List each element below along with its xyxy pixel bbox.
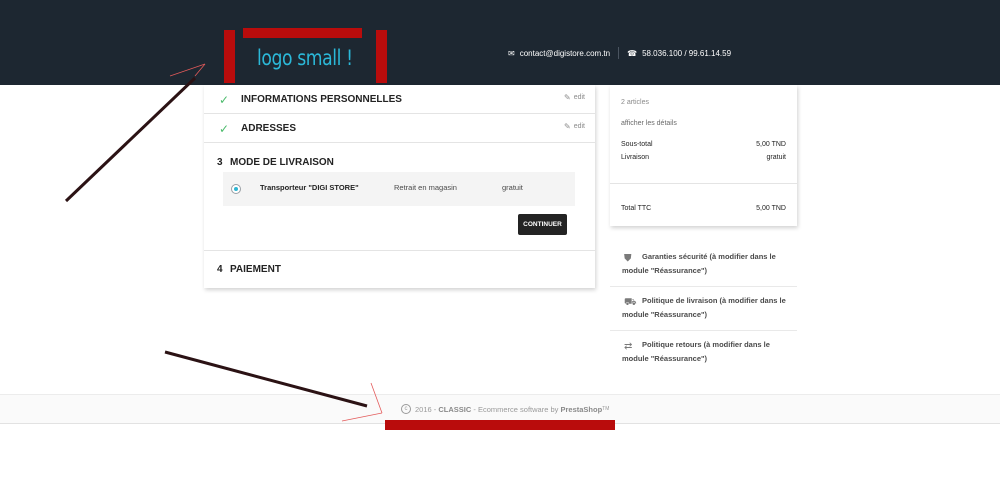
step-title: ADRESSES bbox=[241, 123, 297, 134]
checkout-steps: ✓ INFORMATIONS PERSONNELLES ✎ edit ✓ ADRE… bbox=[204, 85, 595, 288]
carrier-option[interactable]: Transporteur "DIGI STORE" Retrait en mag… bbox=[223, 172, 575, 206]
checkout-page: logo small ! ✉ contact@digistore.com.tn … bbox=[0, 0, 1000, 492]
edit-link[interactable]: ✎ edit bbox=[564, 122, 585, 131]
footer-copyright[interactable]: c 2016 - CLASSIC - Ecommerce software by… bbox=[401, 404, 609, 414]
carrier-radio[interactable] bbox=[231, 184, 241, 194]
check-icon: ✓ bbox=[219, 122, 230, 136]
step-title: MODE DE LIVRAISON bbox=[230, 157, 334, 168]
shipping-label: Livraison bbox=[621, 154, 650, 161]
logo-bar-top bbox=[243, 28, 362, 38]
reassurance-item: ⇄ Politique retours (à modifier dans le … bbox=[610, 338, 797, 368]
subtotal-value: 5,00 TND bbox=[756, 141, 786, 148]
footer-middle: - Ecommerce software by bbox=[471, 404, 561, 414]
reassurance-item: ⛟ Politique de livraison (à modifier dan… bbox=[610, 294, 797, 331]
summary-divider bbox=[610, 183, 797, 184]
site-header: logo small ! ✉ contact@digistore.com.tn … bbox=[0, 0, 1000, 85]
copyright-icon: c bbox=[401, 404, 411, 414]
cart-item-count: 2 articles bbox=[621, 99, 650, 106]
step-number: 4 bbox=[217, 264, 223, 275]
cart-summary: 2 articles afficher les détails Sous-tot… bbox=[610, 85, 797, 226]
step-number: 3 bbox=[217, 157, 223, 168]
check-icon: ✓ bbox=[219, 93, 230, 107]
carrier-name: Transporteur "DIGI STORE" bbox=[260, 183, 359, 192]
reassurance-text: Garanties sécurité (à modifier dans le m… bbox=[622, 252, 776, 275]
footer-red-bar bbox=[385, 420, 615, 430]
footer-dash: - bbox=[431, 404, 439, 414]
arrow-to-logo bbox=[64, 76, 197, 203]
footer-brand: CLASSIC bbox=[438, 404, 472, 414]
step-title: INFORMATIONS PERSONNELLES bbox=[241, 94, 402, 105]
step-addresses[interactable]: ✓ ADRESSES ✎ edit bbox=[204, 114, 595, 143]
logo-text: logo small ! bbox=[257, 46, 353, 70]
carrier-price: gratuit bbox=[502, 183, 523, 192]
edit-label: edit bbox=[573, 94, 585, 101]
reassurance-text: Politique retours (à modifier dans le mo… bbox=[622, 340, 770, 363]
footer-year: 2016 bbox=[415, 404, 432, 414]
subtotal-row: Sous-total 5,00 TND bbox=[621, 141, 786, 148]
pencil-icon: ✎ bbox=[564, 122, 571, 131]
reassurance-item: ⛊ Garanties sécurité (à modifier dans le… bbox=[610, 250, 797, 287]
total-row: Total TTC 5,00 TND bbox=[621, 205, 786, 212]
contact-phone[interactable]: 58.036.100 / 99.61.14.59 bbox=[642, 49, 731, 58]
step-personal-info[interactable]: ✓ INFORMATIONS PERSONNELLES ✎ edit bbox=[204, 85, 595, 114]
pencil-icon: ✎ bbox=[564, 93, 571, 102]
site-logo[interactable]: logo small ! bbox=[224, 28, 387, 83]
logo-bar-right bbox=[376, 30, 387, 83]
subtotal-label: Sous-total bbox=[621, 141, 653, 148]
carrier-delay: Retrait en magasin bbox=[394, 183, 457, 192]
contact-email[interactable]: contact@digistore.com.tn bbox=[520, 49, 610, 58]
header-contact: ✉ contact@digistore.com.tn ☎ 58.036.100 … bbox=[508, 47, 731, 59]
footer-tm: TM bbox=[602, 406, 610, 412]
edit-label: edit bbox=[573, 123, 585, 130]
show-details-link[interactable]: afficher les détails bbox=[621, 120, 677, 127]
logo-bar-left bbox=[224, 30, 235, 83]
shipping-row: Livraison gratuit bbox=[621, 154, 786, 161]
envelope-icon: ✉ bbox=[508, 48, 515, 58]
step-title: PAIEMENT bbox=[230, 264, 281, 275]
total-label: Total TTC bbox=[621, 205, 652, 212]
total-value: 5,00 TND bbox=[756, 205, 786, 212]
step-payment[interactable]: 4 PAIEMENT bbox=[204, 251, 595, 288]
edit-link[interactable]: ✎ edit bbox=[564, 93, 585, 102]
shipping-value: gratuit bbox=[766, 154, 786, 161]
continue-button[interactable]: CONTINUER bbox=[518, 214, 567, 235]
reassurance-text: Politique de livraison (à modifier dans … bbox=[622, 296, 786, 319]
contact-separator bbox=[618, 47, 620, 59]
phone-icon: ☎ bbox=[627, 48, 638, 58]
footer-vendor: PrestaShop bbox=[560, 404, 603, 414]
